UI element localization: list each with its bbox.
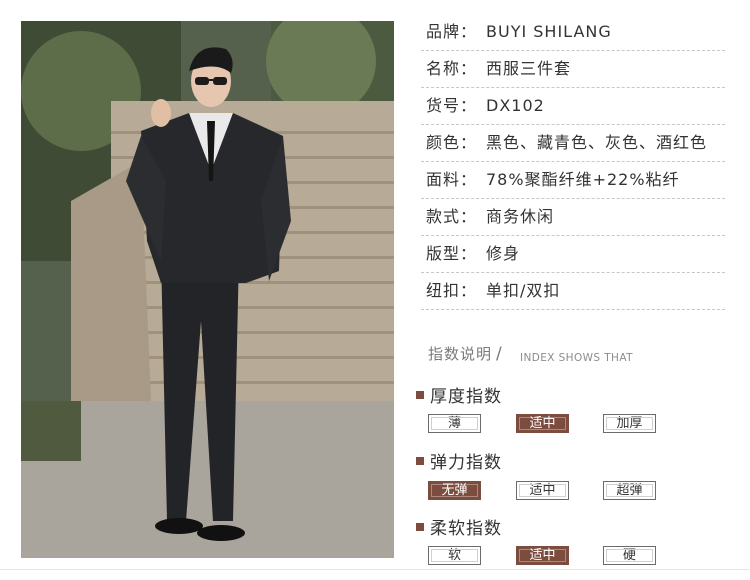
bottom-divider: [0, 569, 750, 570]
option-elasticity-high: 超弹: [603, 481, 656, 500]
index-group-label: 厚度指数: [430, 387, 502, 407]
square-bullet-icon: [416, 523, 424, 531]
spec-label: 货号：: [426, 96, 478, 115]
option-elasticity-none-selected: 无弹: [428, 481, 481, 500]
spec-value: BUYI SHILANG: [486, 22, 612, 41]
slash-divider: /: [496, 344, 503, 364]
spec-value: 西服三件套: [486, 59, 572, 78]
square-bullet-icon: [416, 457, 424, 465]
spec-value: 单扣/双扣: [486, 281, 561, 300]
index-group-title-elasticity: 弹力指数: [416, 448, 502, 473]
spec-label: 名称：: [426, 59, 478, 78]
spec-value: 修身: [486, 244, 521, 263]
option-thickness-medium-selected: 适中: [516, 414, 569, 433]
spec-value: DX102: [486, 96, 545, 115]
spec-value: 黑色、藏青色、灰色、酒红色: [486, 133, 708, 152]
square-bullet-icon: [416, 391, 424, 399]
index-group-label: 柔软指数: [430, 519, 502, 539]
spec-value: 78%聚酯纤维+22%粘纤: [486, 170, 680, 189]
index-title-text: 指数说明: [428, 345, 493, 363]
spec-label: 款式：: [426, 207, 478, 226]
option-softness-soft: 软: [428, 546, 481, 565]
spec-row-button: 纽扣： 单扣/双扣: [421, 273, 725, 310]
option-elasticity-medium: 适中: [516, 481, 569, 500]
index-title: 指数说明 /: [428, 343, 503, 364]
spec-label: 颜色：: [426, 133, 478, 152]
index-group-title-thickness: 厚度指数: [416, 382, 502, 407]
spec-row-brand: 品牌： BUYI SHILANG: [421, 14, 725, 51]
spec-label: 品牌：: [426, 22, 478, 41]
spec-row-fit: 版型： 修身: [421, 236, 725, 273]
spec-label: 纽扣：: [426, 281, 478, 300]
spec-row-color: 颜色： 黑色、藏青色、灰色、酒红色: [421, 125, 725, 162]
spec-row-fabric: 面料： 78%聚酯纤维+22%粘纤: [421, 162, 725, 199]
spec-value: 商务休闲: [486, 207, 555, 226]
spec-row-name: 名称： 西服三件套: [421, 51, 725, 88]
spec-label: 版型：: [426, 244, 478, 263]
product-photo: [21, 21, 394, 558]
option-thickness-thin: 薄: [428, 414, 481, 433]
suit-model-illustration: [21, 21, 394, 558]
option-softness-hard: 硬: [603, 546, 656, 565]
spec-row-style: 款式： 商务休闲: [421, 199, 725, 236]
option-thickness-thick: 加厚: [603, 414, 656, 433]
index-subtitle: INDEX SHOWS THAT: [520, 352, 633, 364]
spec-label: 面料：: [426, 170, 478, 189]
index-group-label: 弹力指数: [430, 453, 502, 473]
spec-row-item-number: 货号： DX102: [421, 88, 725, 125]
spec-list: 品牌： BUYI SHILANG 名称： 西服三件套 货号： DX102 颜色：…: [421, 14, 725, 310]
option-softness-medium-selected: 适中: [516, 546, 569, 565]
index-group-title-softness: 柔软指数: [416, 514, 502, 539]
